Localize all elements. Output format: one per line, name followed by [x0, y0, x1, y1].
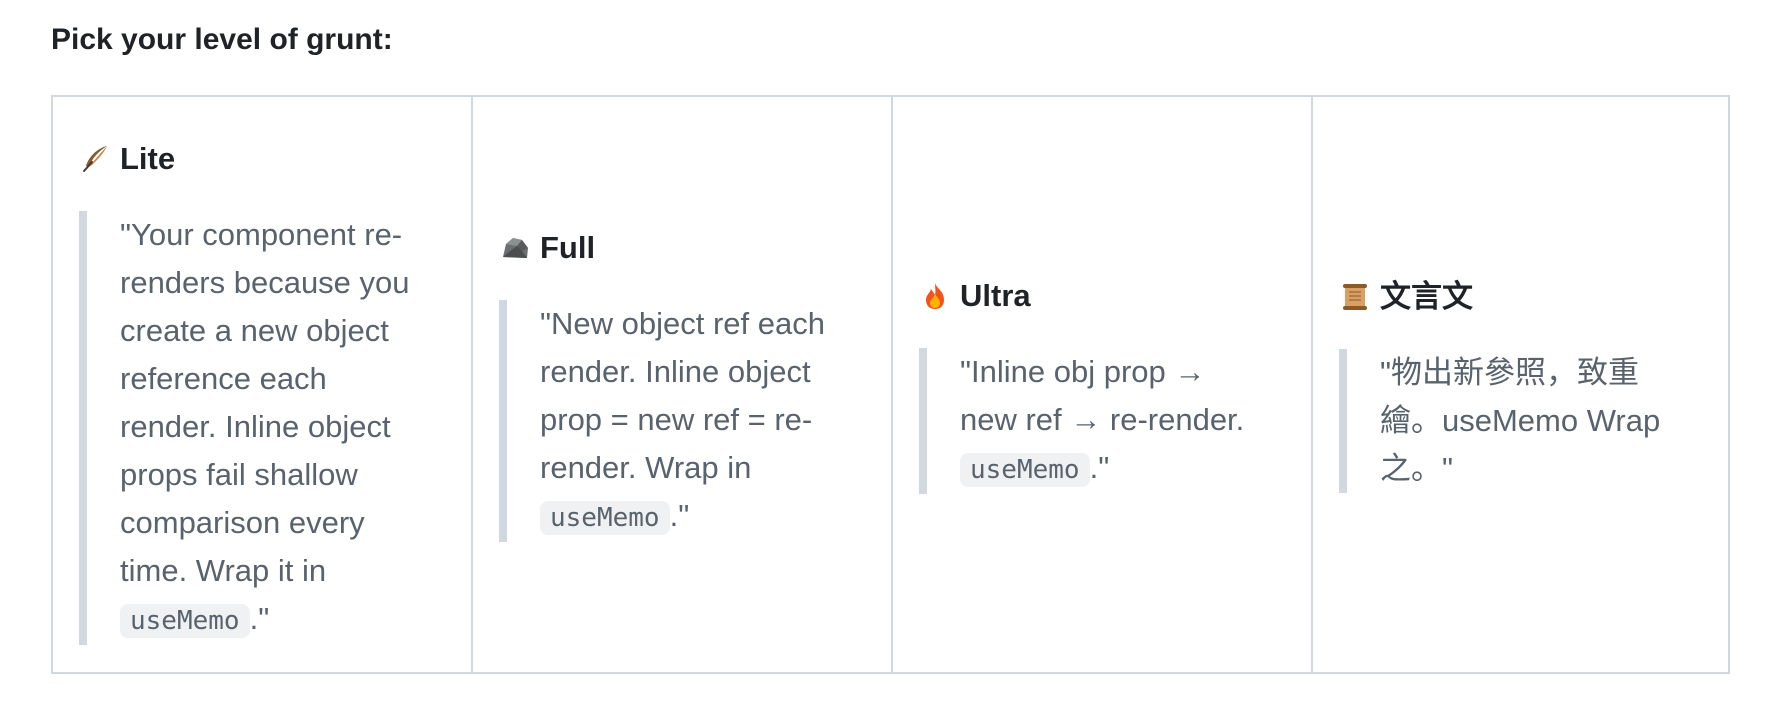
quote-text: "Your component re-renders because you c…: [120, 216, 410, 588]
page-title: Pick your level of grunt:: [51, 23, 393, 56]
quote-text: "New object ref each render. Inline obje…: [540, 305, 825, 485]
level-title-text: Ultra: [960, 277, 1031, 313]
level-title-full: Full: [499, 228, 891, 268]
level-cell-wenyan: 文言文 "物出新參照，致重繪。useMemo Wrap之。": [1313, 97, 1728, 672]
quote-text: "Inline obj prop → new ref → re-render.: [960, 353, 1245, 437]
level-title-text: 文言文: [1380, 278, 1473, 314]
feather-icon: [79, 143, 111, 175]
grunt-levels-table: Lite "Your component re-renders because …: [51, 95, 1730, 674]
level-quote-lite: "Your component re-renders because you c…: [79, 210, 420, 645]
level-cell-lite: Lite "Your component re-renders because …: [53, 97, 473, 672]
level-title-text: Full: [540, 229, 596, 265]
scroll-icon: [1339, 281, 1371, 313]
level-title-wenyan: 文言文: [1339, 277, 1728, 317]
quote-end: .": [1089, 449, 1110, 485]
quote-text: "物出新參照，致重繪。useMemo Wrap之。": [1380, 354, 1661, 486]
level-quote-full: "New object ref each render. Inline obje…: [499, 299, 840, 542]
code-usememo: useMemo: [960, 452, 1090, 487]
level-title-lite: Lite: [79, 139, 471, 179]
rock-icon: [499, 232, 531, 264]
code-usememo: useMemo: [120, 603, 250, 638]
level-cell-full: Full "New object ref each render. Inline…: [473, 97, 893, 672]
level-title-ultra: Ultra: [919, 276, 1311, 316]
level-quote-wenyan: "物出新參照，致重繪。useMemo Wrap之。": [1339, 348, 1680, 493]
quote-end: .": [669, 497, 690, 533]
code-usememo: useMemo: [540, 500, 670, 535]
quote-end: .": [249, 600, 270, 636]
level-title-text: Lite: [120, 140, 176, 176]
level-cell-ultra: Ultra "Inline obj prop → new ref → re-re…: [893, 97, 1313, 672]
level-quote-ultra: "Inline obj prop → new ref → re-render. …: [919, 347, 1260, 494]
fire-icon: [919, 280, 951, 312]
